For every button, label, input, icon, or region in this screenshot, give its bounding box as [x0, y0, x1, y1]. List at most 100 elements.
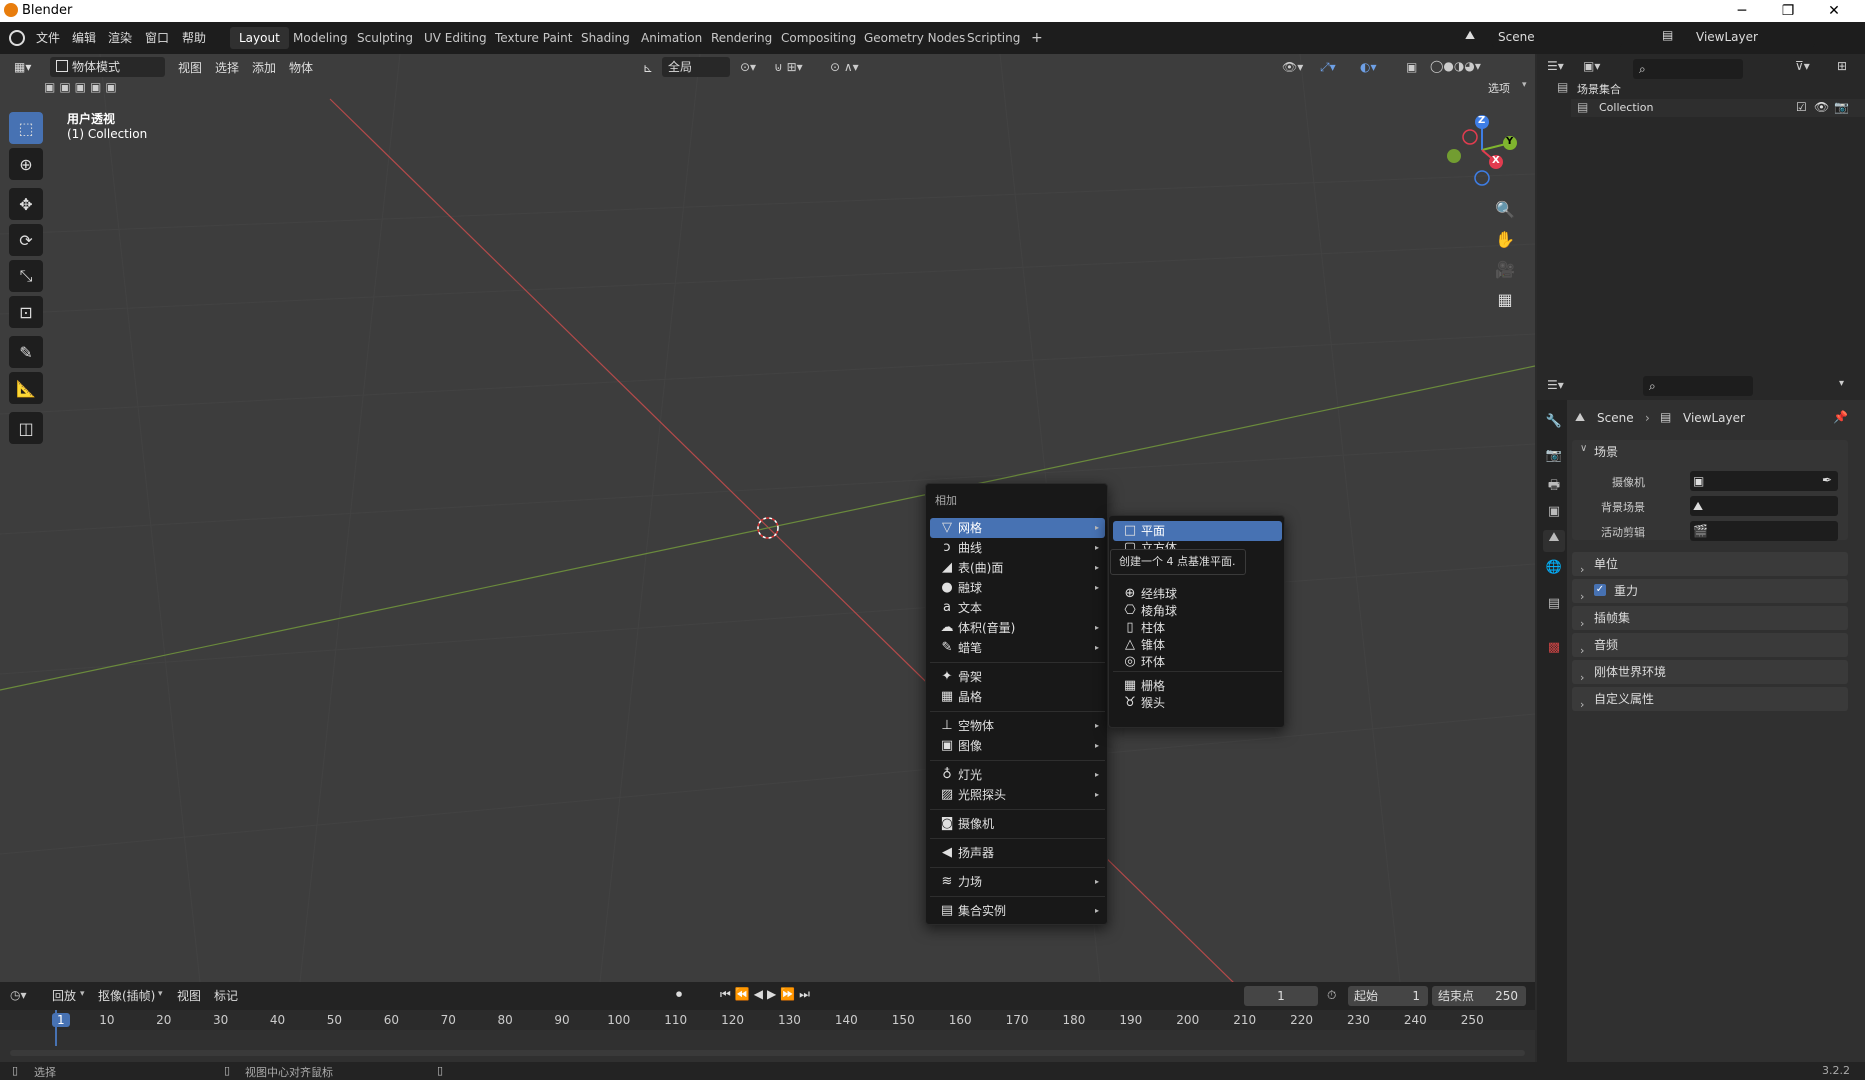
audio-panel[interactable]: 音频: [1572, 633, 1848, 657]
close-button[interactable]: ✕: [1811, 0, 1857, 22]
record-icon[interactable]: ⏺: [676, 987, 682, 1002]
tab-shading[interactable]: Shading: [572, 27, 639, 49]
tool-tab-icon[interactable]: 🔧: [1543, 414, 1565, 436]
add-menu-item[interactable]: ● 融球 ▸: [930, 578, 1105, 598]
transform-tool-icon[interactable]: ⊡: [9, 296, 43, 328]
add-menu-item[interactable]: ☁ 体积(音量) ▸: [930, 618, 1105, 638]
scene-field[interactable]: Scene: [1492, 27, 1622, 47]
move-tool-icon[interactable]: ✥: [9, 188, 43, 220]
add-menu-item[interactable]: ▽ 网格 ▸: [930, 518, 1105, 538]
viewport-menu-object[interactable]: 物体: [289, 57, 313, 79]
menu-window[interactable]: 窗口: [145, 27, 169, 49]
add-menu-item[interactable]: ✎ 蜡笔 ▸: [930, 638, 1105, 658]
tab-compositing[interactable]: Compositing: [772, 27, 865, 49]
select-box-tool-icon[interactable]: ⬚: [9, 112, 43, 144]
tab-texture-paint[interactable]: Texture Paint: [486, 27, 581, 49]
add-menu-item[interactable]: ♁ 灯光 ▸: [930, 765, 1105, 785]
playback-controls-icon[interactable]: ⏮⏪◀▶⏩⏭: [720, 987, 814, 1002]
timeline-scrollbar[interactable]: [10, 1050, 1525, 1056]
rotate-tool-icon[interactable]: ⟳: [9, 224, 43, 256]
annotate-tool-icon[interactable]: ✎: [9, 336, 43, 368]
eyedropper-icon[interactable]: ✒: [1822, 473, 1832, 487]
start-frame-field[interactable]: 起始 1: [1348, 986, 1428, 1006]
add-menu-item[interactable]: ◀ 扬声器: [930, 843, 1105, 863]
tab-scripting[interactable]: Scripting: [958, 27, 1029, 49]
playhead[interactable]: [55, 1010, 57, 1046]
tab-uv-editing[interactable]: UV Editing: [415, 27, 496, 49]
options-dropdown[interactable]: 选项: [1488, 78, 1510, 100]
units-panel[interactable]: 单位: [1572, 552, 1848, 576]
rigid-body-world-panel[interactable]: 刚体世界环境: [1572, 660, 1848, 684]
timer-icon[interactable]: ⏱: [1327, 988, 1336, 1003]
snap-icon[interactable]: ⊍ ⊞▾: [774, 60, 803, 74]
timeline-ruler[interactable]: 1 10 20 30 40 50 60 70 80 90 100 110 120 130 140 150 160…: [0, 1010, 1535, 1030]
outliner-editor-type-icon[interactable]: ☰▾: [1547, 59, 1564, 73]
add-menu-item[interactable]: ▦ 晶格: [930, 687, 1105, 707]
menu-help[interactable]: 帮助: [182, 27, 206, 49]
measure-tool-icon[interactable]: 📐: [9, 372, 43, 404]
add-menu-item[interactable]: ▤ 集合实例 ▸: [930, 901, 1105, 921]
visibility-icon[interactable]: 👁▾: [1282, 60, 1303, 74]
pin-icon[interactable]: 📌: [1833, 410, 1848, 424]
timeline-editor-type-icon[interactable]: ◷▾: [10, 988, 27, 1002]
tab-sculpting[interactable]: Sculpting: [348, 27, 422, 49]
transform-orientation-dropdown[interactable]: 全局: [662, 57, 730, 77]
add-menu-item[interactable]: ▣ 图像 ▸: [930, 736, 1105, 756]
proportional-edit-icon[interactable]: ⊙ ∧▾: [830, 60, 859, 74]
gravity-panel[interactable]: 重力: [1572, 579, 1848, 603]
current-frame-field[interactable]: 1: [1244, 986, 1318, 1006]
add-menu-item[interactable]: a 文本: [930, 598, 1105, 618]
filter-icon[interactable]: ⊽▾: [1795, 59, 1810, 73]
outliner-scene-collection[interactable]: 场景集合: [1577, 81, 1621, 97]
add-cube-tool-icon[interactable]: ◫: [9, 412, 43, 444]
tab-layout[interactable]: Layout: [230, 27, 289, 49]
background-scene-field[interactable]: [1690, 496, 1838, 516]
3d-cursor[interactable]: [758, 518, 778, 538]
gravity-checkbox[interactable]: ✓: [1594, 584, 1606, 596]
tab-rendering[interactable]: Rendering: [702, 27, 781, 49]
camera-view-icon[interactable]: 🎥: [1494, 255, 1516, 285]
timeline-menu-view[interactable]: 视图: [177, 985, 201, 1007]
gizmo-toggle-icon[interactable]: ⤢▾: [1320, 60, 1336, 75]
cursor-tool-icon[interactable]: ⊕: [9, 148, 43, 180]
viewport-menu-add[interactable]: 添加: [252, 57, 276, 79]
timeline-menu-keying[interactable]: 抠像(插帧): [98, 985, 155, 1007]
tab-geometry-nodes[interactable]: Geometry Nodes: [855, 27, 974, 49]
camera-field[interactable]: [1690, 471, 1838, 491]
add-menu-item[interactable]: ▨ 光照探头 ▸: [930, 785, 1105, 805]
visibility-eye-icon[interactable]: 👁: [1814, 100, 1829, 114]
properties-editor-type-icon[interactable]: ☰▾: [1547, 378, 1564, 392]
outliner-search-input[interactable]: ⌕: [1633, 59, 1743, 79]
navigation-gizmo[interactable]: Z Y X: [1430, 110, 1520, 190]
outliner-display-mode-icon[interactable]: ▣▾: [1583, 59, 1600, 73]
select-mode-buttons[interactable]: ▣▣▣▣▣: [44, 80, 140, 97]
new-collection-icon[interactable]: ⊞: [1837, 59, 1847, 73]
custom-properties-panel[interactable]: 自定义属性: [1572, 687, 1848, 711]
exclude-checkbox-icon[interactable]: ☑: [1796, 100, 1807, 114]
mesh-menu-item[interactable]: ◎ 环体: [1113, 652, 1282, 672]
tab-animation[interactable]: Animation: [632, 27, 711, 49]
pivot-point-icon[interactable]: ⊙▾: [740, 60, 756, 74]
end-frame-field[interactable]: 结束点 250: [1432, 986, 1526, 1006]
tab-modeling[interactable]: Modeling: [284, 27, 357, 49]
world-tab-icon[interactable]: 🌐: [1543, 560, 1565, 582]
editor-type-icon[interactable]: ▦▾: [14, 56, 44, 78]
restore-button[interactable]: ❐: [1765, 0, 1811, 22]
scene-panel-chevron-icon[interactable]: ∨: [1580, 443, 1587, 454]
pan-hand-icon[interactable]: ✋: [1494, 225, 1516, 255]
timeline-menu-playback[interactable]: 回放: [52, 985, 76, 1007]
add-menu-item[interactable]: ⊥ 空物体 ▸: [930, 716, 1105, 736]
timeline-menu-marker[interactable]: 标记: [214, 985, 238, 1007]
blender-menu-icon[interactable]: [9, 30, 25, 46]
render-camera-icon[interactable]: 📷: [1834, 100, 1849, 114]
scene-panel-title[interactable]: 场景: [1594, 443, 1618, 460]
keying-sets-panel[interactable]: 插帧集: [1572, 606, 1848, 630]
minimize-button[interactable]: ─: [1719, 0, 1765, 22]
add-menu-item[interactable]: ✦ 骨架: [930, 667, 1105, 687]
scale-tool-icon[interactable]: ⤡: [9, 260, 43, 292]
menu-edit[interactable]: 编辑: [72, 27, 96, 49]
collection-tab-icon[interactable]: ▤: [1543, 596, 1565, 618]
mesh-menu-item[interactable]: ♉ 猴头: [1113, 693, 1282, 713]
viewport-menu-select[interactable]: 选择: [215, 57, 239, 79]
render-tab-icon[interactable]: 📷: [1543, 448, 1565, 470]
